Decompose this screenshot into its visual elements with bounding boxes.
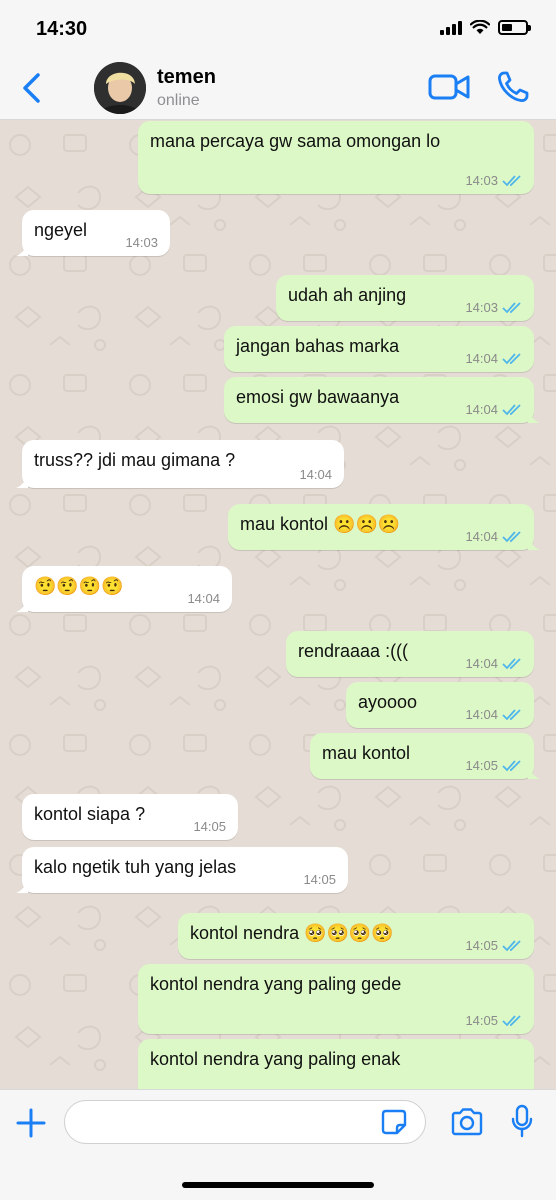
message-outgoing[interactable]: rendraaaa :((( 14:04 <box>286 631 534 677</box>
message-incoming[interactable]: truss?? jdi mau gimana ? 14:04 <box>16 440 344 488</box>
message-outgoing[interactable]: kontol nendra yang paling enak <box>138 1039 534 1089</box>
home-indicator[interactable] <box>182 1182 374 1188</box>
message-text: kontol nendra yang paling gede <box>150 974 402 994</box>
message-time: 14:04 <box>299 467 332 482</box>
message-text: mau kontol <box>322 743 411 763</box>
status-icons <box>440 20 531 35</box>
phone-call-icon[interactable] <box>496 70 530 104</box>
contact-avatar[interactable] <box>94 62 146 114</box>
message-time: 14:04 <box>465 656 498 671</box>
message-outgoing[interactable]: udah ah anjing 14:03 <box>276 275 534 321</box>
bubble-tail <box>16 598 28 612</box>
message-outgoing[interactable]: kontol nendra yang paling gede 14:05 <box>138 964 534 1034</box>
read-receipt-icon <box>502 940 521 952</box>
message-incoming[interactable]: ngeyel 14:03 <box>16 210 170 256</box>
message-time: 14:03 <box>465 173 498 188</box>
read-receipt-icon <box>502 353 521 365</box>
bubble-tail <box>528 409 540 423</box>
message-text: jangan bahas marka <box>236 336 400 356</box>
read-receipt-icon <box>502 760 521 772</box>
message-incoming[interactable]: 🤨🤨🤨🤨 14:04 <box>16 566 232 612</box>
read-receipt-icon <box>502 1015 521 1027</box>
bubble-tail <box>16 474 28 488</box>
message-time: 14:04 <box>465 351 498 366</box>
attach-plus-icon[interactable] <box>16 1108 46 1138</box>
message-text: ngeyel <box>34 220 88 240</box>
message-text: truss?? jdi mau gimana ? <box>34 450 236 470</box>
read-receipt-icon <box>502 302 521 314</box>
camera-icon[interactable] <box>450 1108 484 1136</box>
chat-messages-area[interactable]: mana percaya gw sama omongan lo 14:03 ng… <box>0 121 556 1089</box>
message-outgoing[interactable]: mana percaya gw sama omongan lo 14:03 <box>138 121 534 194</box>
video-call-icon[interactable] <box>428 72 470 102</box>
message-outgoing[interactable]: mau kontol 14:05 <box>310 733 540 779</box>
message-text: udah ah anjing <box>288 285 407 305</box>
message-outgoing[interactable]: mau kontol ☹️☹️☹️ 14:04 <box>228 504 540 550</box>
status-bar: 14:30 <box>0 0 556 56</box>
cellular-signal-icon <box>440 20 462 35</box>
message-outgoing[interactable]: jangan bahas marka 14:04 <box>224 326 534 372</box>
message-text: rendraaaa :((( <box>298 641 409 661</box>
message-incoming[interactable]: kalo ngetik tuh yang jelas 14:05 <box>16 847 348 893</box>
bubble-tail <box>528 536 540 550</box>
message-time: 14:03 <box>125 235 158 250</box>
message-text: emosi gw bawaanya <box>236 387 400 407</box>
message-text: kontol siapa ? <box>34 804 146 824</box>
message-incoming[interactable]: kontol siapa ? 14:05 <box>22 794 238 840</box>
message-time: 14:03 <box>465 300 498 315</box>
message-time: 14:05 <box>303 872 336 887</box>
message-input-bar <box>0 1089 556 1200</box>
message-text: kontol nendra yang paling enak <box>150 1049 401 1069</box>
message-outgoing[interactable]: emosi gw bawaanya 14:04 <box>224 377 540 423</box>
read-receipt-icon <box>502 531 521 543</box>
message-time: 14:05 <box>465 1013 498 1028</box>
contact-status: online <box>157 92 200 109</box>
message-time: 14:04 <box>465 529 498 544</box>
contact-name[interactable]: temen <box>157 66 216 89</box>
message-text: ayoooo <box>358 692 418 712</box>
back-chevron-icon[interactable] <box>18 72 48 104</box>
battery-icon <box>498 20 531 35</box>
microphone-icon[interactable] <box>510 1104 534 1138</box>
chat-header: temen online <box>0 56 556 120</box>
message-text: 🤨🤨🤨🤨 <box>34 576 124 596</box>
message-input[interactable] <box>64 1100 426 1144</box>
read-receipt-icon <box>502 658 521 670</box>
wifi-icon <box>470 20 490 34</box>
message-time: 14:04 <box>465 402 498 417</box>
message-text: kalo ngetik tuh yang jelas <box>34 857 237 877</box>
bubble-tail <box>528 765 540 779</box>
read-receipt-icon <box>502 175 521 187</box>
message-outgoing[interactable]: ayoooo 14:04 <box>346 682 534 728</box>
message-time: 14:05 <box>465 938 498 953</box>
read-receipt-icon <box>502 404 521 416</box>
message-time: 14:04 <box>465 707 498 722</box>
message-time: 14:05 <box>193 819 226 834</box>
status-time: 14:30 <box>36 18 88 40</box>
message-time: 14:04 <box>187 591 220 606</box>
message-text: kontol nendra 🥺🥺🥺🥺 <box>190 923 394 943</box>
message-outgoing[interactable]: kontol nendra 🥺🥺🥺🥺 14:05 <box>178 913 534 959</box>
bubble-tail <box>16 879 28 893</box>
message-time: 14:05 <box>465 758 498 773</box>
sticker-icon[interactable] <box>380 1108 408 1136</box>
message-text: mau kontol ☹️☹️☹️ <box>240 514 401 534</box>
bubble-tail <box>16 242 28 256</box>
message-text: mana percaya gw sama omongan lo <box>150 131 441 151</box>
read-receipt-icon <box>502 709 521 721</box>
